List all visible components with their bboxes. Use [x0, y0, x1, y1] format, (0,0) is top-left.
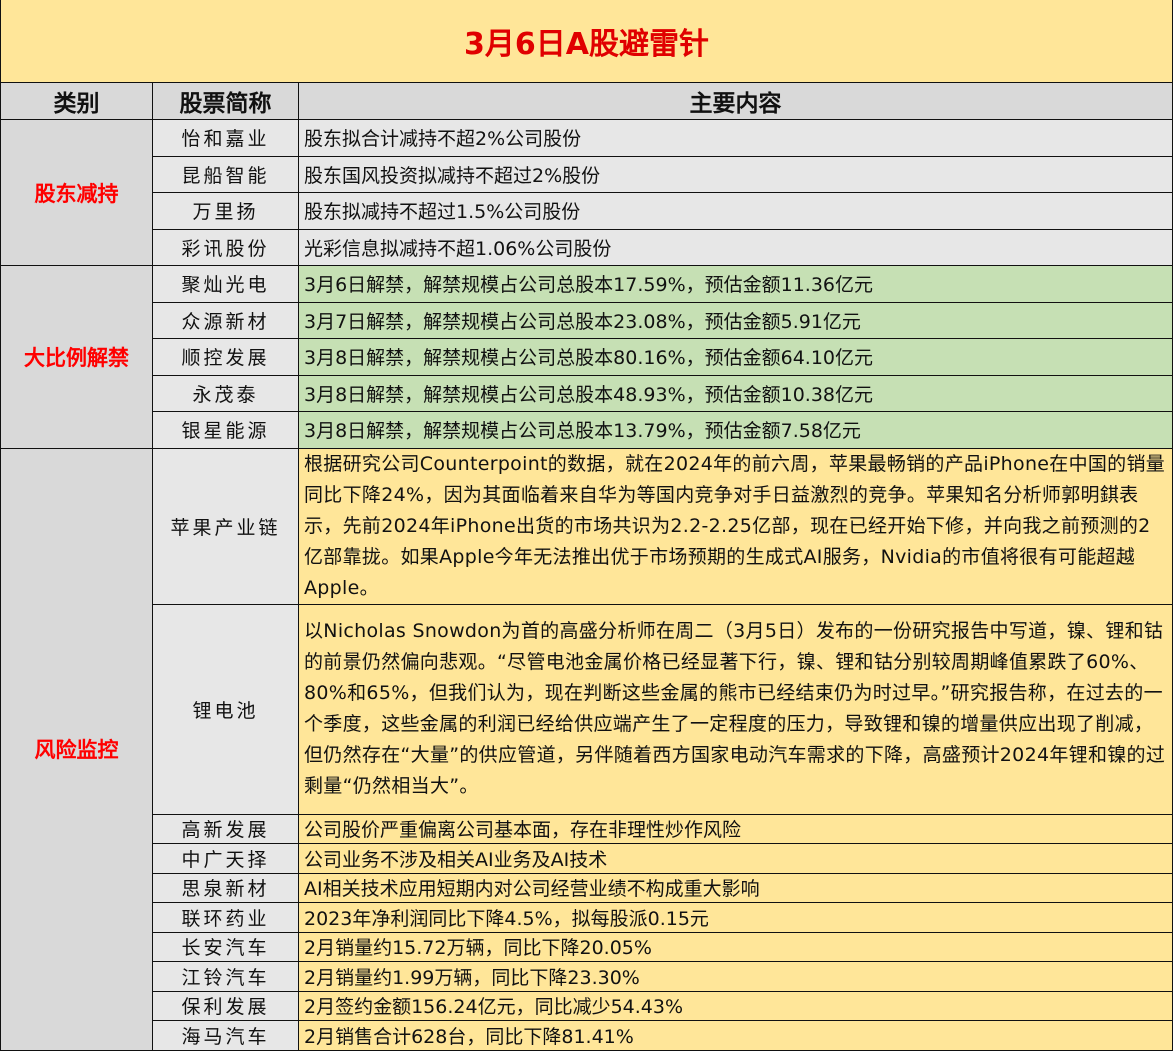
stock-name: 聚灿光电 [152, 265, 299, 303]
stock-name: 彩讯股份 [152, 228, 299, 266]
table-row: 长安汽车 2月销量约15.72万辆，同比下降20.05% [1, 931, 1173, 962]
category-risk-monitoring: 风险监控 [0, 447, 153, 1051]
stock-name: 锂电池 [152, 603, 299, 815]
header-content: 主要内容 [298, 82, 1173, 120]
table-row: 风险监控 苹果产业链 根据研究公司Counterpoint的数据，就在2024年… [0, 447, 1173, 1051]
table-row: 银星能源 3月8日解禁，解禁规模占公司总股本13.79%，预估金额7.58亿元 [1, 411, 1173, 449]
content-cell: 光彩信息拟减持不超1.06%公司股份 [298, 228, 1173, 266]
stock-name: 中广天择 [152, 843, 299, 874]
stock-name: 高新发展 [152, 813, 299, 844]
header-stock: 股票简称 [152, 82, 299, 120]
table-row: 锂电池 以Nicholas Snowdon为首的高盛分析师在周二（3月5日）发布的… [1, 603, 1173, 815]
table-row: 保利发展 2月签约金额156.24亿元，同比减少54.43% [1, 990, 1173, 1021]
table-row: 江铃汽车 2月销量约1.99万辆，同比下降23.30% [1, 961, 1173, 992]
table-row: 思泉新材 AI相关技术应用短期内对公司经营业绩不构成重大影响 [1, 872, 1173, 903]
content-cell: 2月销量约15.72万辆，同比下降20.05% [298, 931, 1173, 962]
content-cell: 股东拟合计减持不超2%公司股份 [298, 119, 1173, 157]
table-row: 股东减持 怡和嘉业 股东拟合计减持不超2%公司股份 [0, 119, 1173, 266]
stock-name: 思泉新材 [152, 872, 299, 903]
content-cell: 2月销量约1.99万辆，同比下降23.30% [298, 961, 1173, 992]
table-row: 众源新材 3月7日解禁，解禁规模占公司总股本23.08%，预估金额5.91亿元 [1, 301, 1173, 339]
table-row: 万里扬 股东拟减持不超过1.5%公司股份 [1, 192, 1173, 230]
content-cell: 3月8日解禁，解禁规模占公司总股本80.16%，预估金额64.10亿元 [298, 338, 1173, 376]
content-cell: 3月7日解禁，解禁规模占公司总股本23.08%，预估金额5.91亿元 [298, 301, 1173, 339]
category-shareholder-reduction: 股东减持 [0, 119, 153, 266]
header-row: 类别 股票简称 主要内容 [0, 82, 1173, 120]
stock-name: 长安汽车 [152, 931, 299, 962]
content-cell: 2月签约金额156.24亿元，同比减少54.43% [298, 990, 1173, 1021]
table-row: 中广天择 公司业务不涉及相关AI业务及AI技术 [1, 843, 1173, 874]
content-cell: AI相关技术应用短期内对公司经营业绩不构成重大影响 [298, 872, 1173, 903]
header-category: 类别 [0, 82, 153, 120]
stock-name: 众源新材 [152, 301, 299, 339]
stock-risk-table: 3月6日A股避雷针 类别 股票简称 主要内容 股东减持 怡和嘉业 股东拟合计减持… [0, 0, 1173, 1051]
table-row: 彩讯股份 光彩信息拟减持不超1.06%公司股份 [1, 228, 1173, 266]
table-row: 昆船智能 股东国风投资拟减持不超过2%股份 [1, 155, 1173, 193]
stock-name: 怡和嘉业 [152, 119, 299, 157]
stock-name: 联环药业 [152, 902, 299, 933]
content-cell: 公司业务不涉及相关AI业务及AI技术 [298, 843, 1173, 874]
content-cell: 股东拟减持不超过1.5%公司股份 [298, 192, 1173, 230]
table-row: 海马汽车 2月销售合计628台，同比下降81.41% [1, 1020, 1173, 1051]
stock-name: 永茂泰 [152, 374, 299, 412]
table-row: 联环药业 2023年净利润同比下降4.5%，拟每股派0.15元 [1, 902, 1173, 933]
content-cell: 3月8日解禁，解禁规模占公司总股本13.79%，预估金额7.58亿元 [298, 411, 1173, 449]
table-row: 顺控发展 3月8日解禁，解禁规模占公司总股本80.16%，预估金额64.10亿元 [1, 338, 1173, 376]
stock-name: 昆船智能 [152, 155, 299, 193]
table-row: 永茂泰 3月8日解禁，解禁规模占公司总股本48.93%，预估金额10.38亿元 [1, 374, 1173, 412]
page-title: 3月6日A股避雷针 [0, 0, 1173, 83]
content-cell: 以Nicholas Snowdon为首的高盛分析师在周二（3月5日）发布的一份研… [298, 603, 1173, 815]
content-cell: 3月8日解禁，解禁规模占公司总股本48.93%，预估金额10.38亿元 [298, 374, 1173, 412]
stock-name: 苹果产业链 [152, 447, 299, 605]
category-large-unlock: 大比例解禁 [0, 265, 153, 449]
content-cell: 根据研究公司Counterpoint的数据，就在2024年的前六周，苹果最畅销的… [298, 447, 1173, 605]
content-cell: 2月销售合计628台，同比下降81.41% [298, 1020, 1173, 1051]
content-cell: 股东国风投资拟减持不超过2%股份 [298, 155, 1173, 193]
table-row: 高新发展 公司股价严重偏离公司基本面，存在非理性炒作风险 [1, 813, 1173, 844]
content-cell: 3月6日解禁，解禁规模占公司总股本17.59%，预估金额11.36亿元 [298, 265, 1173, 303]
stock-name: 顺控发展 [152, 338, 299, 376]
stock-name: 海马汽车 [152, 1020, 299, 1051]
content-cell: 2023年净利润同比下降4.5%，拟每股派0.15元 [298, 902, 1173, 933]
stock-name: 保利发展 [152, 990, 299, 1021]
stock-name: 万里扬 [152, 192, 299, 230]
stock-name: 江铃汽车 [152, 961, 299, 992]
table-row: 大比例解禁 聚灿光电 3月6日解禁，解禁规模占公司总股本17.59%，预估金额1… [0, 265, 1173, 449]
content-cell: 公司股价严重偏离公司基本面，存在非理性炒作风险 [298, 813, 1173, 844]
stock-name: 银星能源 [152, 411, 299, 449]
